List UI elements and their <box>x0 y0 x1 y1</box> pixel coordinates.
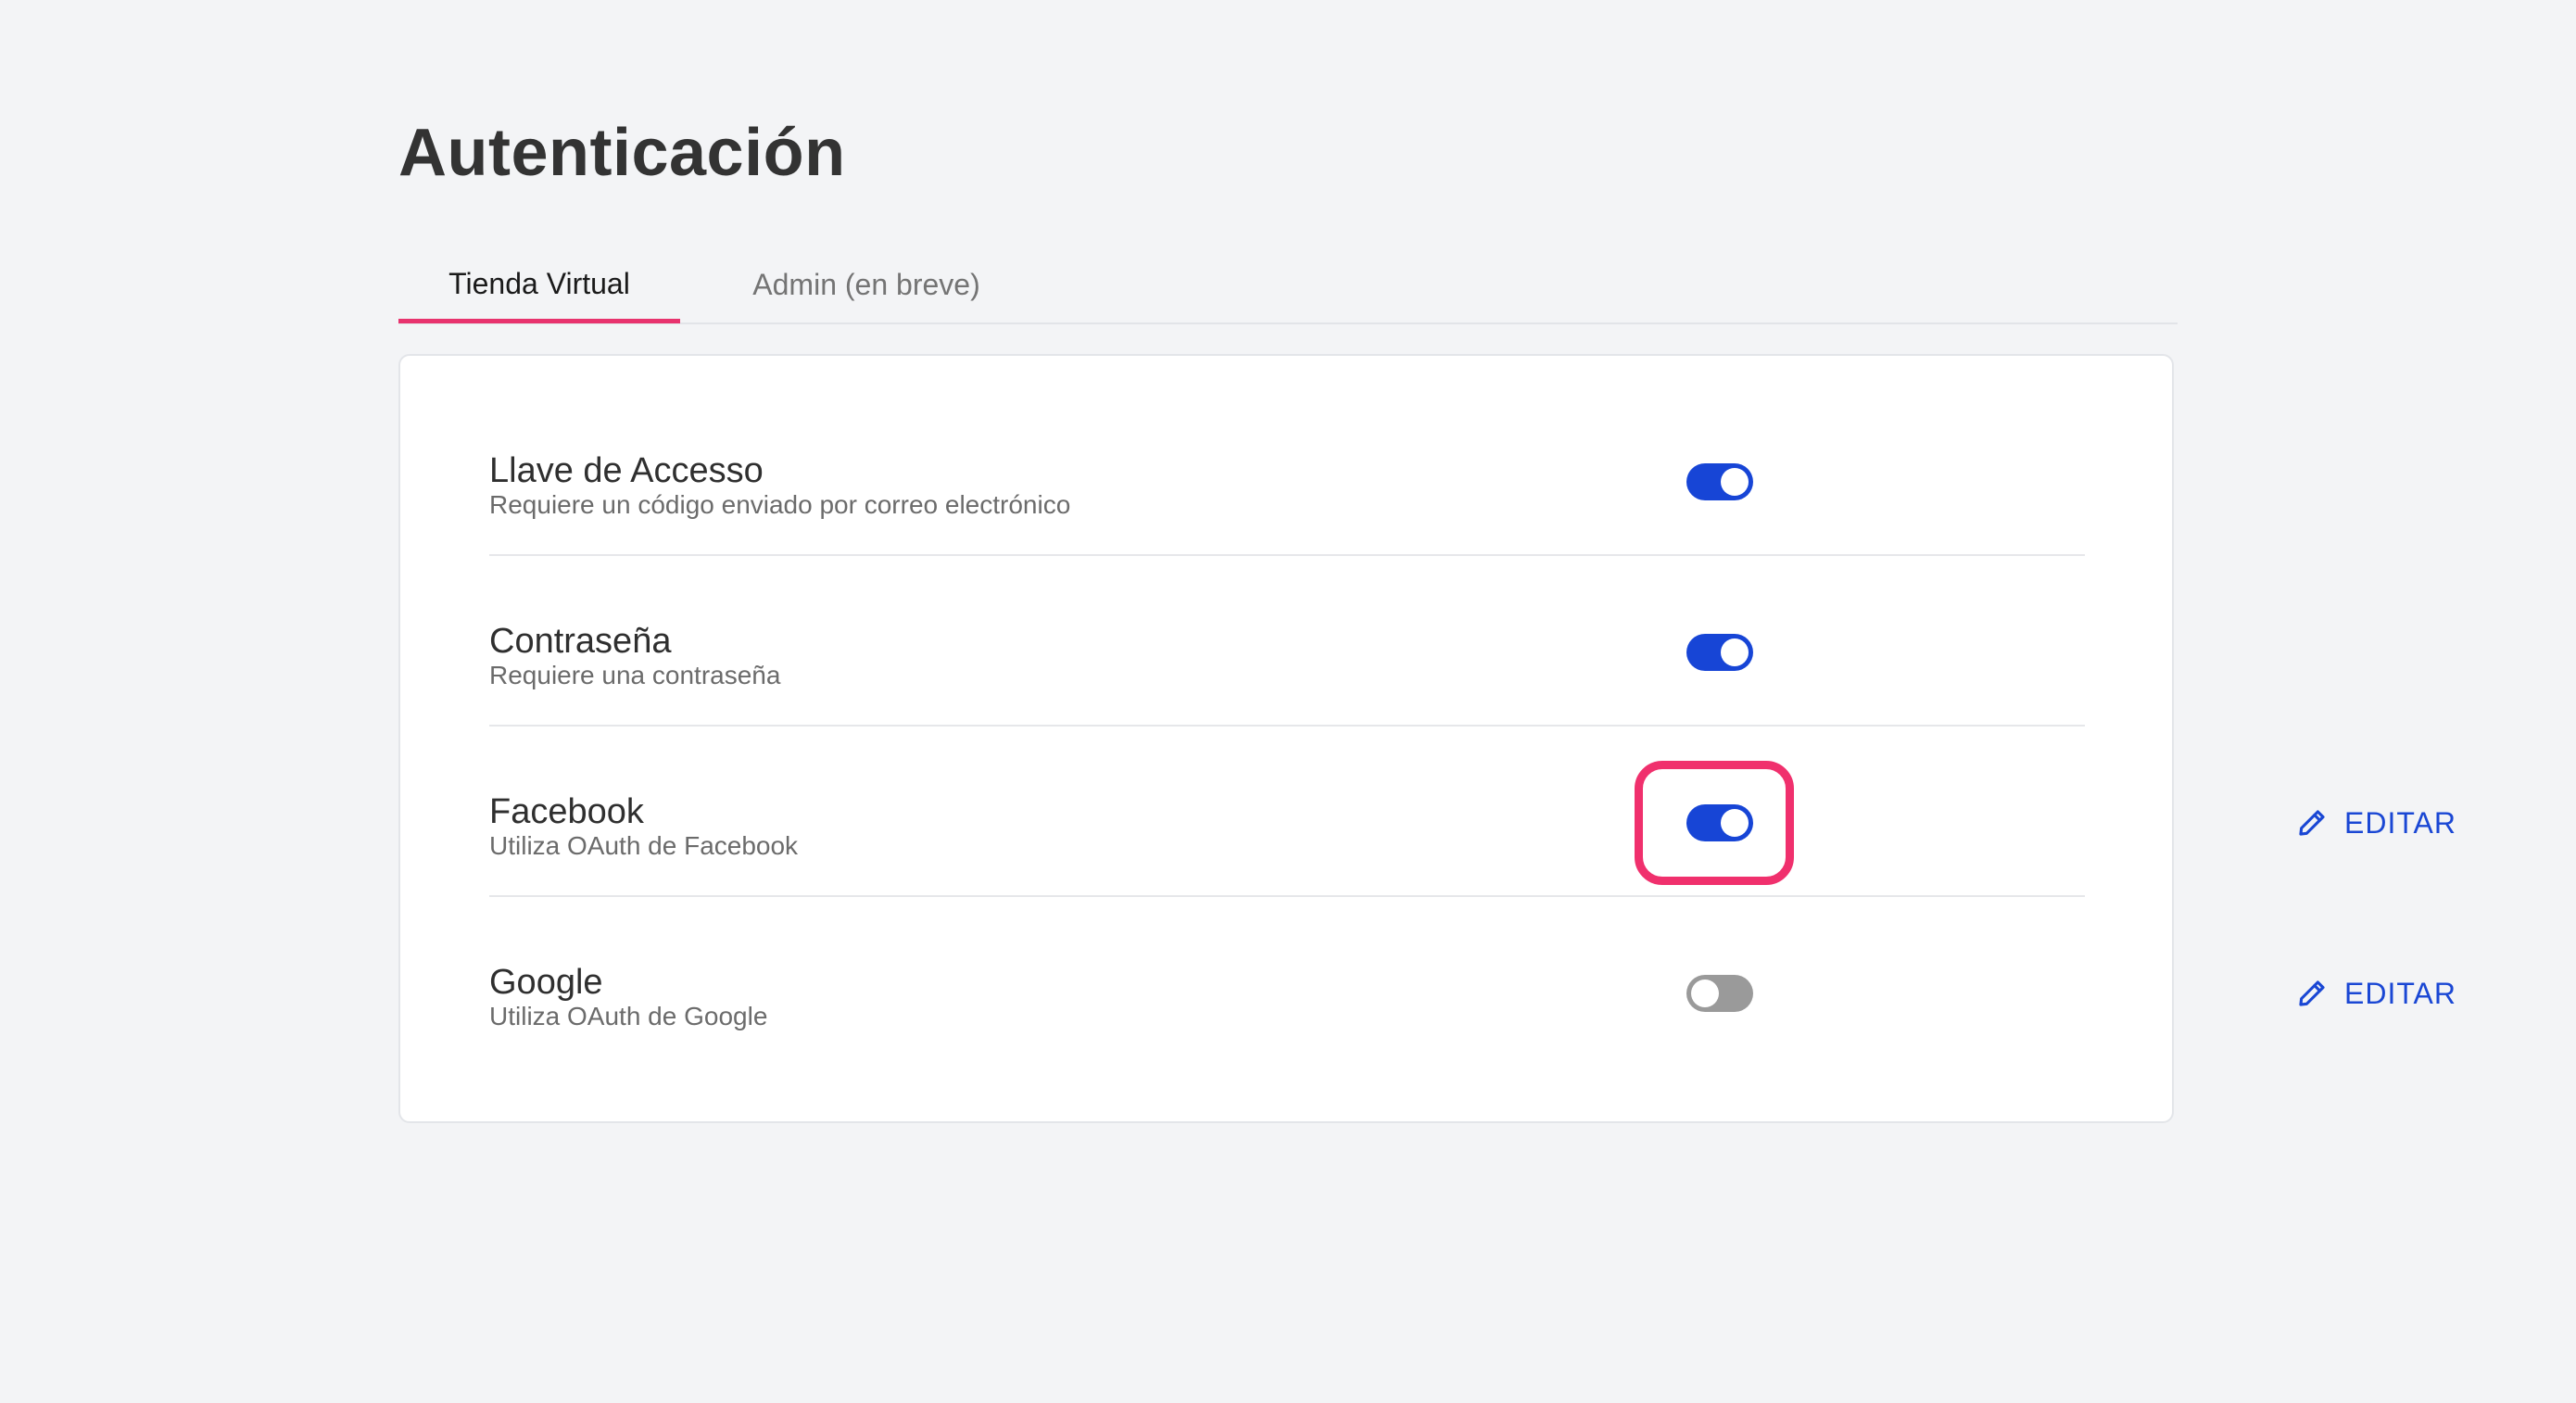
toggle-knob <box>1721 638 1749 666</box>
auth-method-row-facebook: Facebook Utiliza OAuth de Facebook EDITA… <box>489 727 2456 897</box>
toggle-facebook[interactable] <box>1686 804 1753 841</box>
auth-methods-card: Llave de Accesso Requiere un código envi… <box>398 354 2456 1123</box>
toggle-llave-de-accesso[interactable] <box>1686 463 1753 500</box>
edit-label: EDITAR <box>2344 805 2456 840</box>
auth-method-description: Utiliza OAuth de Facebook <box>489 831 799 860</box>
auth-method-title: Llave de Accesso <box>489 451 764 490</box>
toggle-knob <box>1721 809 1749 837</box>
toggle-contrasena[interactable] <box>1686 634 1753 671</box>
auth-method-row-contrasena: Contraseña Requiere una contraseña <box>489 556 2085 727</box>
auth-method-row-google: Google Utiliza OAuth de Google EDITAR <box>489 897 2456 1066</box>
edit-facebook-button[interactable]: EDITAR <box>2296 803 2456 843</box>
toggle-knob <box>1691 980 1719 1007</box>
pencil-icon <box>2299 810 2325 836</box>
tab-tienda-virtual[interactable]: Tienda Virtual <box>398 248 680 323</box>
pencil-icon <box>2299 980 2325 1006</box>
auth-method-description: Requiere un código enviado por correo el… <box>489 490 1071 519</box>
tab-admin[interactable]: Admin (en breve) <box>704 248 1029 321</box>
auth-method-description: Requiere una contraseña <box>489 661 781 689</box>
toggle-knob <box>1721 468 1749 496</box>
auth-method-title: Google <box>489 963 603 1002</box>
auth-method-title: Facebook <box>489 792 644 831</box>
toggle-google[interactable] <box>1686 975 1753 1012</box>
auth-method-row-llave: Llave de Accesso Requiere un código envi… <box>489 386 2085 556</box>
auth-method-description: Utiliza OAuth de Google <box>489 1002 768 1030</box>
auth-method-title: Contraseña <box>489 622 672 661</box>
edit-label: EDITAR <box>2344 976 2456 1010</box>
page-title: Autenticación <box>398 116 846 190</box>
tab-bar: Tienda Virtual Admin (en breve) <box>398 248 2178 324</box>
edit-google-button[interactable]: EDITAR <box>2296 973 2456 1014</box>
